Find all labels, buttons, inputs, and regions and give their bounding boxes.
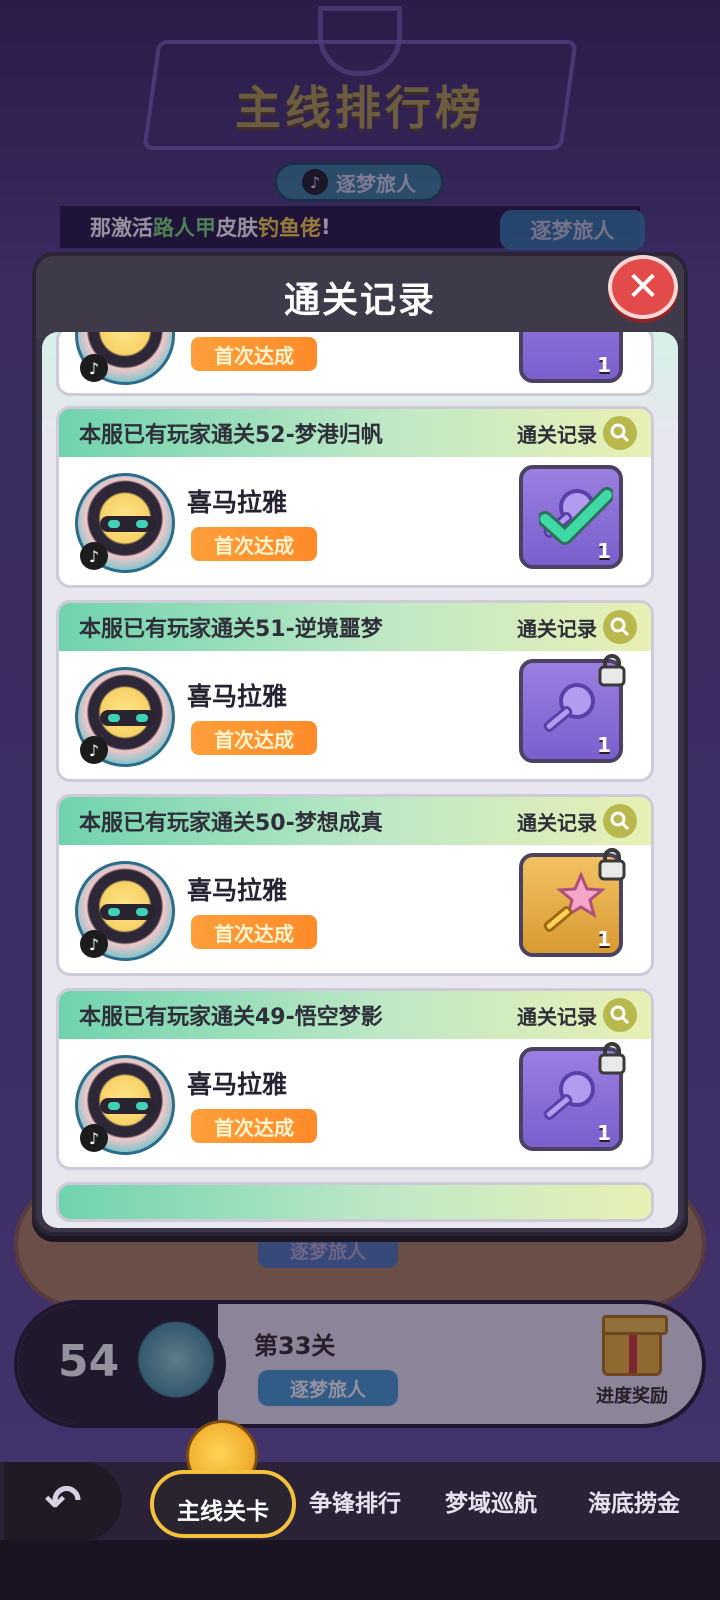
clear-record-modal: 通关记录 ♪ 首次达成 1 本服已有玩家通关52-梦港归帆 通关记录 ♪ 喜马拉… (32, 252, 688, 1236)
player-name: 喜马拉雅 (187, 682, 288, 711)
close-button[interactable]: ✕ (608, 255, 678, 319)
record-title: 本服已有玩家通关52-梦港归帆 (79, 423, 383, 448)
modal-title: 通关记录 (283, 280, 436, 321)
record-header: 本服已有玩家通关50-梦想成真 通关记录 (59, 797, 651, 845)
tiktok-icon: ♪ (80, 542, 108, 570)
view-record-button[interactable]: 通关记录 (517, 998, 637, 1032)
view-record-label: 通关记录 (517, 616, 597, 641)
avatar[interactable]: ♪ (75, 473, 175, 573)
first-clear-badge: 首次达成 (191, 1109, 317, 1143)
tab-label: 海底捞金 (588, 1491, 680, 1517)
key-reward[interactable]: 1 (519, 848, 626, 957)
record-header (59, 1185, 651, 1219)
tab-main-stage[interactable]: 主线关卡 (150, 1470, 296, 1538)
tab-deep-sea-gold[interactable]: 海底捞金 (574, 1462, 694, 1540)
lock-icon (598, 848, 626, 881)
record-body: ♪ 喜马拉雅 首次达成 1 (59, 845, 651, 973)
view-record-label: 通关记录 (517, 810, 597, 835)
key-reward[interactable]: 1 (519, 654, 626, 763)
eye-decoration (136, 520, 148, 528)
close-icon: ✕ (626, 264, 660, 310)
back-arrow-icon: ↶ (44, 1475, 82, 1527)
first-clear-badge: 首次达成 (191, 337, 317, 371)
eye-decoration (136, 1102, 148, 1110)
record-list-container[interactable]: ♪ 首次达成 1 本服已有玩家通关52-梦港归帆 通关记录 ♪ 喜马拉雅 首次达… (42, 332, 678, 1228)
eye-decoration (108, 1102, 120, 1110)
list-item: 本服已有玩家通关49-悟空梦影 通关记录 ♪ 喜马拉雅 首次达成 1 (56, 988, 654, 1170)
system-bar (0, 1540, 720, 1600)
modal-header: 通关记录 (36, 256, 684, 338)
record-header: 本服已有玩家通关52-梦港归帆 通关记录 (59, 409, 651, 457)
first-clear-badge: 首次达成 (191, 721, 317, 755)
tab-label: 争锋排行 (309, 1491, 401, 1517)
tiktok-icon: ♪ (80, 1124, 108, 1152)
key-reward[interactable]: 1 (519, 1042, 626, 1151)
search-icon (603, 998, 637, 1032)
record-body: ♪ 喜马拉雅 首次达成 1 (59, 651, 651, 779)
view-record-label: 通关记录 (517, 422, 597, 447)
player-name: 喜马拉雅 (187, 876, 288, 905)
tab-competition-ranking[interactable]: 争锋排行 (300, 1462, 410, 1540)
player-name: 喜马拉雅 (187, 1070, 288, 1099)
key-count: 1 (597, 353, 611, 377)
list-item: ♪ 首次达成 1 (56, 332, 654, 396)
key-count: 1 (597, 539, 611, 563)
eye-decoration (108, 520, 120, 528)
first-clear-badge: 首次达成 (191, 527, 317, 561)
eye-decoration (108, 908, 120, 916)
first-clear-badge: 首次达成 (191, 915, 317, 949)
tiktok-icon: ♪ (80, 354, 108, 382)
record-header: 本服已有玩家通关51-逆境噩梦 通关记录 (59, 603, 651, 651)
record-title: 本服已有玩家通关49-悟空梦影 (79, 1005, 383, 1030)
record-body: ♪ 喜马拉雅 首次达成 1 (59, 457, 651, 585)
view-record-label: 通关记录 (517, 1004, 597, 1029)
search-icon (603, 804, 637, 838)
lock-icon (598, 654, 626, 687)
view-record-button[interactable]: 通关记录 (517, 416, 637, 450)
list-item: 本服已有玩家通关52-梦港归帆 通关记录 ♪ 喜马拉雅 首次达成 1 (56, 406, 654, 588)
eye-decoration (108, 714, 120, 722)
search-icon (603, 416, 637, 450)
eye-decoration (136, 714, 148, 722)
record-body: ♪ 喜马拉雅 首次达成 1 (59, 1039, 651, 1167)
view-record-button[interactable]: 通关记录 (517, 804, 637, 838)
view-record-button[interactable]: 通关记录 (517, 610, 637, 644)
key-count: 1 (597, 1121, 611, 1145)
tab-label: 梦域巡航 (445, 1491, 537, 1517)
player-name: 喜马拉雅 (187, 488, 288, 517)
search-icon (603, 610, 637, 644)
tiktok-icon: ♪ (80, 736, 108, 764)
lock-icon (598, 1042, 626, 1075)
key-count: 1 (597, 733, 611, 757)
key-reward[interactable]: 1 (519, 465, 623, 569)
avatar[interactable]: ♪ (75, 1055, 175, 1155)
tab-dream-cruise[interactable]: 梦域巡航 (436, 1462, 546, 1540)
list-item: 本服已有玩家通关50-梦想成真 通关记录 ♪ 喜马拉雅 首次达成 1 (56, 794, 654, 976)
avatar[interactable]: ♪ (75, 861, 175, 961)
record-header: 本服已有玩家通关49-悟空梦影 通关记录 (59, 991, 651, 1039)
record-title: 本服已有玩家通关51-逆境噩梦 (79, 617, 383, 642)
key-count: 1 (597, 927, 611, 951)
eye-decoration (136, 908, 148, 916)
tiktok-icon: ♪ (80, 930, 108, 958)
avatar[interactable]: ♪ (75, 667, 175, 767)
checkmark-icon (539, 487, 613, 545)
back-button[interactable]: ↶ (4, 1462, 122, 1540)
avatar: ♪ (75, 332, 175, 385)
list-item (56, 1182, 654, 1222)
record-title: 本服已有玩家通关50-梦想成真 (79, 811, 383, 836)
tab-label: 主线关卡 (177, 1499, 269, 1525)
list-item: 本服已有玩家通关51-逆境噩梦 通关记录 ♪ 喜马拉雅 首次达成 1 (56, 600, 654, 782)
key-reward[interactable]: 1 (519, 332, 623, 383)
